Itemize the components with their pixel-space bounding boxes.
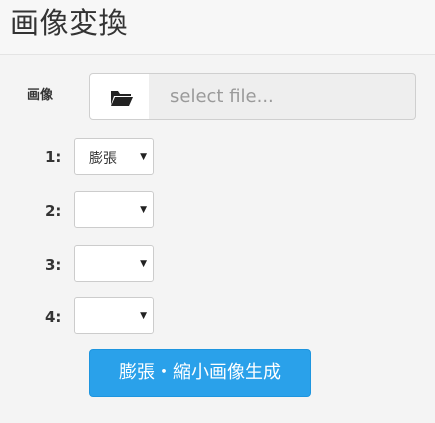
dropdown-arrow-icon: ▼ xyxy=(140,205,147,215)
generate-image-button[interactable]: 膨張・縮小画像生成 xyxy=(89,349,311,397)
operation-select-1[interactable]: 膨張 ▼ xyxy=(74,138,154,175)
operation-select-1-value: 膨張 xyxy=(89,151,117,167)
dropdown-arrow-icon: ▼ xyxy=(140,152,147,162)
file-picker: select file... xyxy=(89,73,416,120)
row-1-label: 1: xyxy=(45,148,62,166)
file-name-input[interactable]: select file... xyxy=(149,73,416,120)
row-2-label: 2: xyxy=(45,202,62,220)
dropdown-arrow-icon: ▼ xyxy=(140,259,147,269)
image-file-label: 画像 xyxy=(27,88,54,103)
row-3-label: 3: xyxy=(45,256,62,274)
operation-select-3[interactable]: ▼ xyxy=(74,245,154,282)
browse-file-button[interactable] xyxy=(89,73,150,120)
dropdown-arrow-icon: ▼ xyxy=(140,311,147,321)
page-title: 画像変換 xyxy=(10,6,129,40)
header: 画像変換 xyxy=(0,0,435,55)
row-4-label: 4: xyxy=(45,308,62,326)
operation-select-2[interactable]: ▼ xyxy=(74,191,154,228)
operation-select-4[interactable]: ▼ xyxy=(74,297,154,334)
folder-open-icon xyxy=(111,91,133,106)
